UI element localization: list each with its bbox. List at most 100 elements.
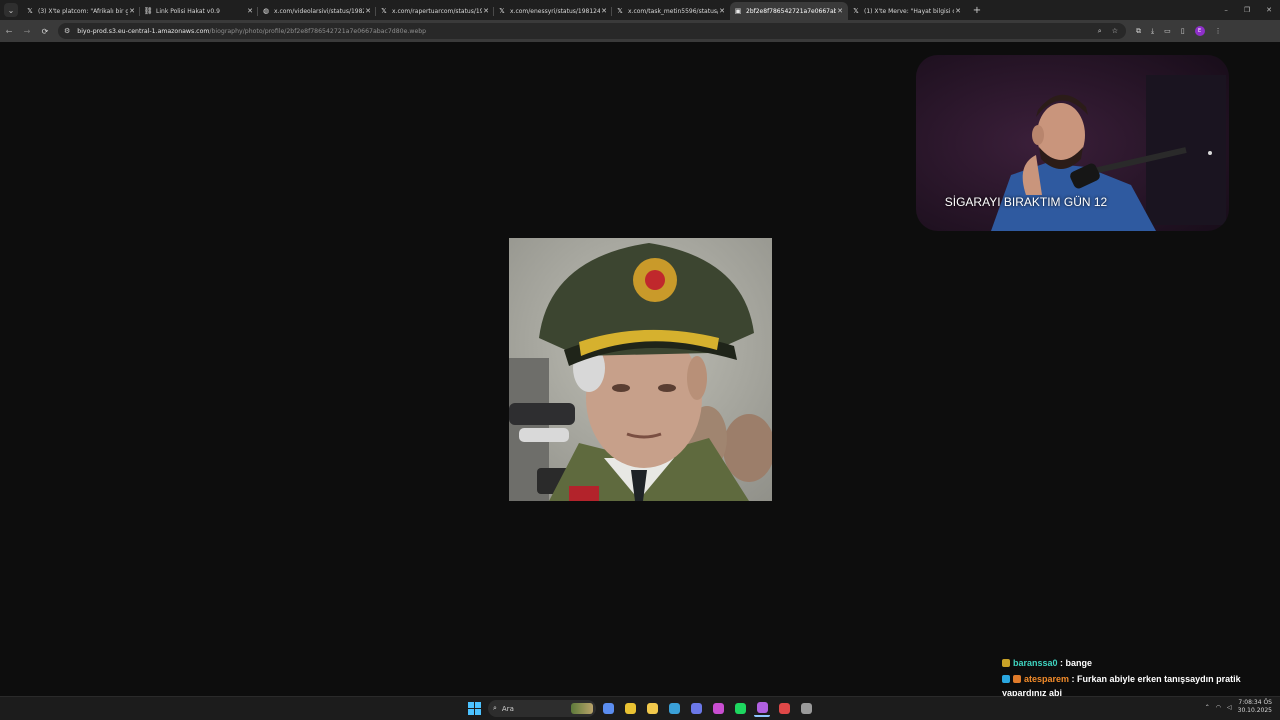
- tab-close-icon[interactable]: ✕: [954, 7, 962, 15]
- discord-icon: [690, 703, 702, 714]
- taskbar-app-4[interactable]: [688, 700, 704, 717]
- tab-title: (3) X'te platcom: "Afrikalı bir gö: [38, 7, 128, 15]
- chat-message: baranssa0 : bange: [1002, 656, 1262, 670]
- file-explorer-icon: [646, 703, 658, 714]
- chat-text: bange: [1065, 658, 1093, 668]
- taskbar-app-1[interactable]: [622, 700, 638, 717]
- recorder-icon: [778, 703, 790, 714]
- browser-toolbar: ← → ⟳ ⚙ biyo-prod.s3.eu-central-1.amazon…: [0, 20, 1280, 42]
- taskbar-search-placeholder: Ara: [501, 704, 514, 713]
- zoom-icon[interactable]: ⌕: [1098, 27, 1102, 36]
- chat-badge-icon: [1002, 659, 1010, 667]
- globe-icon: ◍: [262, 7, 270, 15]
- screen: ⌄ 𝕏 (3) X'te platcom: "Afrikalı bir gö ✕ ⛓ L…: [0, 0, 1280, 720]
- x-logo-icon: 𝕏: [617, 7, 623, 15]
- chat-separator: :: [1069, 674, 1078, 684]
- taskbar-app-2[interactable]: [644, 700, 660, 717]
- chat-badge-icon: [1002, 675, 1010, 683]
- clock[interactable]: 7:08:34 ÖS 30.10.2025: [1238, 699, 1272, 715]
- tab-title: x.com/rapertuarcom/status/198: [392, 7, 482, 15]
- tab-title: x.com/enessyri/status/1981243: [510, 7, 600, 15]
- obs-icon: [800, 703, 812, 714]
- system-tray: ⌃ ◠ ◁ 7:08:34 ÖS 30.10.2025: [1205, 699, 1272, 715]
- x-logo-icon: 𝕏: [853, 7, 859, 15]
- tab-3[interactable]: 𝕏x.com/rapertuarcom/status/198 ✕: [376, 2, 494, 20]
- x-logo-icon: 𝕏: [381, 7, 387, 15]
- tab-1[interactable]: ⛓ Link Polisi Hakat v0.9 ✕: [140, 2, 258, 20]
- taskbar-app-0[interactable]: [600, 700, 616, 717]
- window-controls: – ❐ ✕: [1224, 6, 1280, 14]
- tab-5[interactable]: 𝕏x.com/task_metin5596/status/1 ✕: [612, 2, 730, 20]
- tab-title: x.com/task_metin5596/status/1: [628, 7, 718, 15]
- taskbar-app-6[interactable]: [732, 700, 748, 717]
- edge-like-icon: [668, 703, 680, 714]
- tab-2[interactable]: ◍ x.com/videolarsivi/status/1982 ✕: [258, 2, 376, 20]
- taskbar-app-5[interactable]: [710, 700, 726, 717]
- menu-icon[interactable]: ⋮: [1215, 27, 1222, 35]
- profile-avatar[interactable]: E: [1194, 26, 1205, 36]
- search-icon: ⌕: [493, 704, 497, 712]
- store-icon: [712, 703, 724, 714]
- download-icon[interactable]: ⤓: [1151, 27, 1154, 36]
- network-icon[interactable]: ◠: [1216, 704, 1221, 711]
- clock-time: 7:08:34 ÖS: [1238, 699, 1272, 706]
- link-icon: ⛓: [143, 7, 153, 15]
- tab-4[interactable]: 𝕏x.com/enessyri/status/1981243 ✕: [494, 2, 612, 20]
- tray-chevron-icon[interactable]: ⌃: [1205, 704, 1210, 711]
- spotify-icon: [734, 703, 746, 714]
- tab-7[interactable]: 𝕏 (1) X'te Merve: "Hayat bilgisi d ✕: [848, 2, 966, 20]
- tab-close-icon[interactable]: ✕: [600, 7, 608, 15]
- chrome-active-icon: [756, 702, 768, 713]
- tab-title: Link Polisi Hakat v0.9: [156, 7, 220, 15]
- copilot-icon: [602, 703, 614, 714]
- tab-strip: ⌄ 𝕏 (3) X'te platcom: "Afrikalı bir gö ✕ ⛓ L…: [0, 0, 1280, 20]
- chat-username: baranssa0: [1013, 658, 1058, 668]
- taskbar-app-9[interactable]: [798, 700, 814, 717]
- forward-icon[interactable]: →: [18, 22, 36, 40]
- taskbar-app-8[interactable]: [776, 700, 792, 717]
- chrome-icon: [624, 703, 636, 714]
- taskbar-apps: [600, 700, 814, 717]
- tab-title: (1) X'te Merve: "Hayat bilgisi d: [864, 7, 954, 15]
- webcam-caption: SİGARAYI BIRAKTIM GÜN 12: [944, 195, 1108, 209]
- taskbar-app-7[interactable]: [754, 700, 770, 717]
- chat-separator: :: [1057, 658, 1066, 668]
- chat-badge-icon: [1013, 675, 1021, 683]
- restore-icon[interactable]: ❐: [1244, 6, 1250, 14]
- new-tab-button[interactable]: +: [970, 5, 984, 16]
- tab-close-icon[interactable]: ✕: [836, 7, 844, 15]
- reload-icon[interactable]: ⟳: [36, 22, 54, 40]
- tab-6[interactable]: ▣ 2bf2e8f786542721a7e0667aba ✕: [730, 2, 848, 20]
- x-logo-icon: 𝕏: [499, 7, 505, 15]
- tab-search-button[interactable]: ⌄: [4, 3, 18, 17]
- tab-title: 2bf2e8f786542721a7e0667aba: [746, 7, 836, 15]
- close-window-icon[interactable]: ✕: [1266, 6, 1272, 14]
- tab-list: 𝕏 (3) X'te platcom: "Afrikalı bir gö ✕ ⛓ Lin…: [22, 0, 966, 20]
- tab-close-icon[interactable]: ✕: [364, 7, 372, 15]
- bookmark-star-icon[interactable]: ☆: [1112, 27, 1118, 36]
- back-icon[interactable]: ←: [0, 22, 18, 40]
- sidepanel-icon[interactable]: ▯: [1181, 27, 1185, 35]
- tab-close-icon[interactable]: ✕: [482, 7, 490, 15]
- webcam-overlay: SİGARAYI BIRAKTIM GÜN 12: [916, 55, 1229, 231]
- address-bar[interactable]: ⚙ biyo-prod.s3.eu-central-1.amazonaws.co…: [58, 23, 1126, 39]
- tab-0[interactable]: 𝕏 (3) X'te platcom: "Afrikalı bir gö ✕: [22, 2, 140, 20]
- tab-title: x.com/videolarsivi/status/1982: [274, 7, 364, 15]
- profile-photo: [509, 238, 772, 501]
- taskbar-app-3[interactable]: [666, 700, 682, 717]
- url-host: biyo-prod.s3.eu-central-1.amazonaws.com: [77, 27, 210, 35]
- start-button[interactable]: [468, 702, 481, 715]
- tab-close-icon[interactable]: ✕: [128, 7, 136, 15]
- toolbar-actions: ⧉ ⤓ ▭ ▯ E ⋮: [1136, 26, 1222, 36]
- search-highlight-image: [571, 703, 593, 714]
- taskbar-search[interactable]: ⌕ Ara: [488, 700, 596, 717]
- minimize-icon[interactable]: –: [1224, 6, 1228, 14]
- tab-close-icon[interactable]: ✕: [718, 7, 726, 15]
- volume-icon[interactable]: ◁: [1227, 704, 1232, 711]
- tab-close-icon[interactable]: ✕: [246, 7, 254, 15]
- site-info-icon[interactable]: ⚙: [64, 27, 70, 35]
- chat-username: atesparem: [1024, 674, 1070, 684]
- cast-icon[interactable]: ▭: [1164, 27, 1171, 35]
- extensions-icon[interactable]: ⧉: [1136, 27, 1141, 36]
- taskbar: ⌕ Ara ⌃ ◠ ◁ 7:08:34 ÖS 30.10.2025: [0, 696, 1280, 720]
